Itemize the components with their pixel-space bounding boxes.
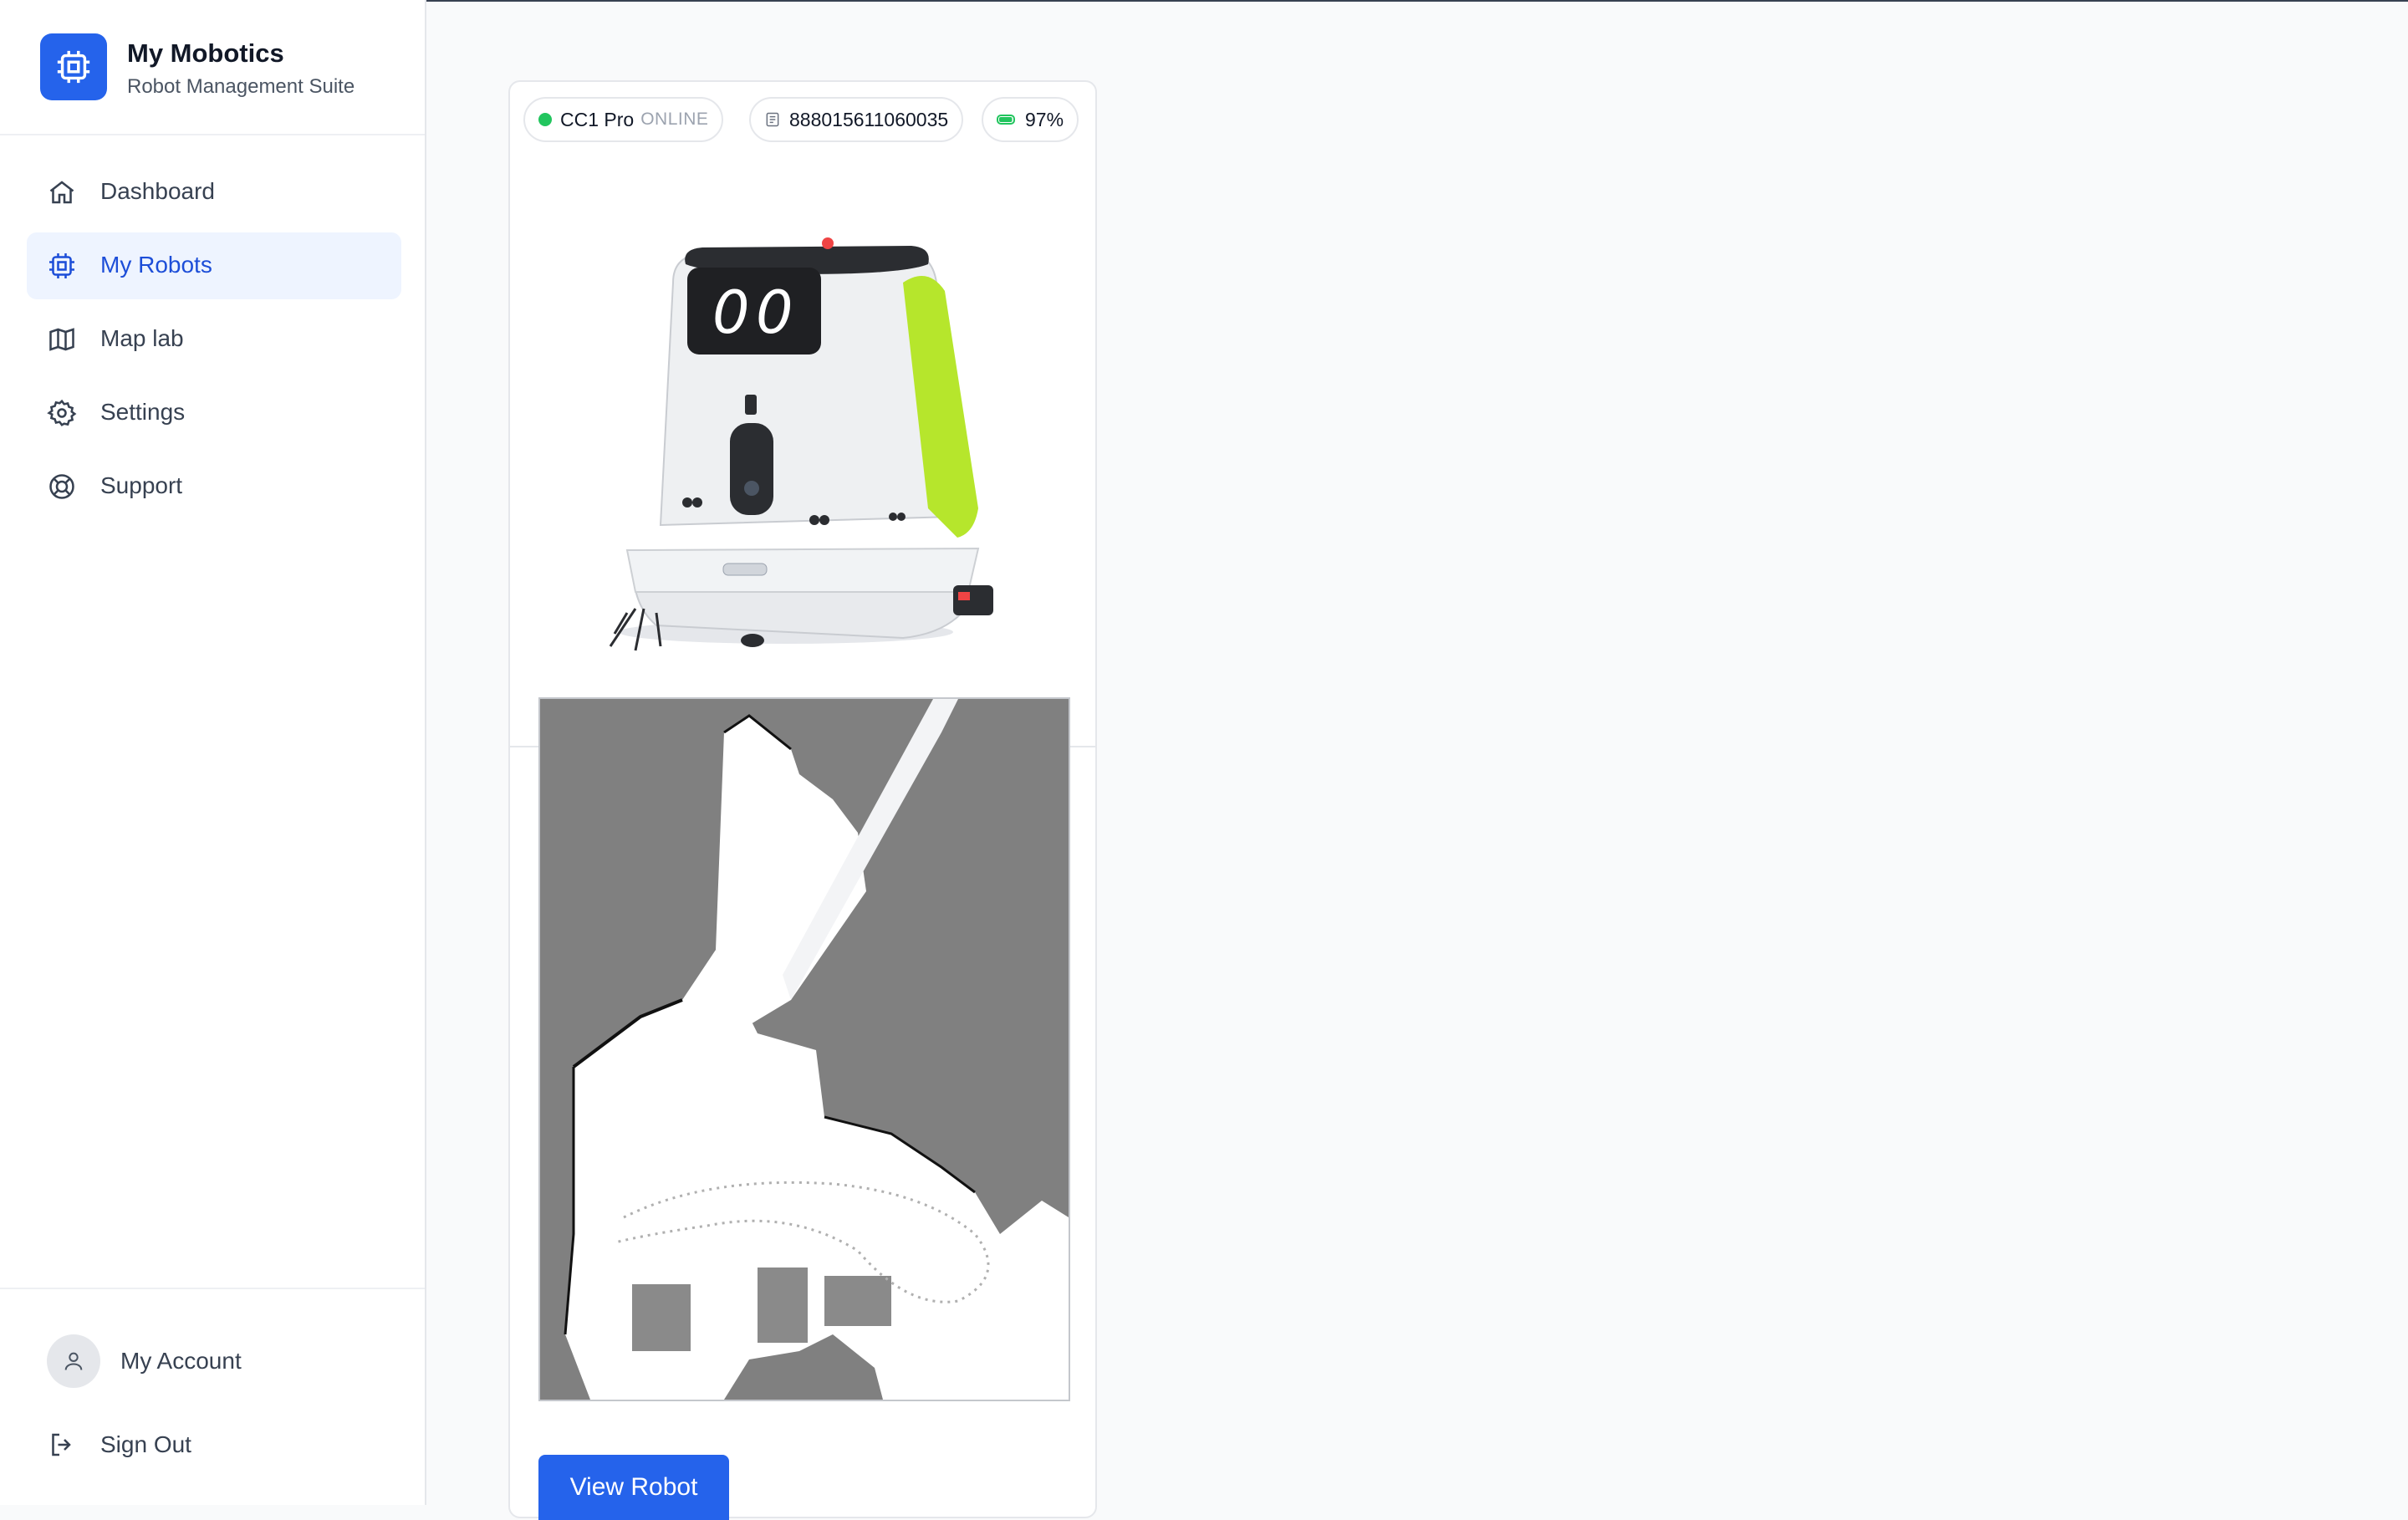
brand-logo[interactable]: [40, 33, 107, 100]
sign-out-label: Sign Out: [100, 1431, 191, 1457]
sidebar-item-label: Settings: [100, 399, 186, 425]
robot-map[interactable]: [538, 697, 1070, 1401]
sidebar-item-label: Dashboard: [100, 178, 215, 204]
sidebar-item-label: Map lab: [100, 325, 184, 351]
battery-icon: [997, 115, 1015, 125]
my-account-button[interactable]: My Account: [47, 1334, 398, 1388]
app-subtitle: Robot Management Suite: [127, 75, 355, 98]
lifebuoy-icon: [49, 474, 74, 499]
sidebar-item-settings[interactable]: Settings: [27, 380, 401, 446]
sidebar-item-label: Support: [100, 472, 183, 498]
robot-serial-chip: 888015611060035: [749, 97, 964, 142]
sign-out-button[interactable]: Sign Out: [47, 1418, 398, 1472]
online-status-dot: [538, 113, 552, 126]
my-account-label: My Account: [120, 1348, 242, 1374]
sign-out-icon: [52, 1433, 71, 1456]
brand-header: My Mobotics Robot Management Suite: [0, 0, 425, 135]
robot-chips: CC1 Pro ONLINE 888015611060035 97%: [523, 97, 1092, 142]
robot-model-chip: CC1 Pro ONLINE: [523, 97, 724, 142]
gear-icon: [47, 399, 77, 426]
occupancy-map-image: [540, 699, 1069, 1400]
view-robot-button[interactable]: View Robot: [538, 1455, 729, 1520]
svg-text:0: 0: [756, 278, 793, 347]
sidebar-item-my-robots[interactable]: My Robots: [27, 232, 401, 299]
home-icon: [49, 181, 74, 204]
sidebar-item-map-lab[interactable]: Map lab: [27, 306, 401, 373]
sidebar-item-dashboard[interactable]: Dashboard: [27, 159, 401, 226]
robot-image[interactable]: 0 0: [510, 157, 1095, 747]
robot-model: CC1 Pro: [560, 108, 635, 130]
chip-icon: [57, 50, 90, 84]
robot-serial: 888015611060035: [789, 108, 949, 130]
document-icon: [766, 112, 779, 127]
sidebar-nav: Dashboard My Robots Map lab Settings Sup…: [27, 159, 401, 527]
map-icon: [49, 328, 74, 351]
sidebar-item-support[interactable]: Support: [27, 453, 401, 520]
robot-status: ONLINE: [640, 110, 709, 129]
robot-card: CC1 Pro ONLINE 888015611060035 97% 0 0 V…: [508, 80, 1097, 1520]
sidebar-item-label: My Robots: [100, 252, 212, 278]
battery-chip: 97%: [982, 97, 1079, 142]
user-icon: [64, 1352, 83, 1370]
robot-image-area: 0 0: [510, 157, 1095, 747]
app-title: My Mobotics: [127, 38, 284, 68]
sidebar: My Mobotics Robot Management Suite Dashb…: [0, 0, 426, 1505]
chip-icon: [49, 253, 74, 278]
avatar: [47, 1334, 100, 1388]
sidebar-footer: My Account Sign Out: [0, 1288, 425, 1505]
svg-text:0: 0: [712, 278, 750, 347]
battery-level: 97%: [1025, 108, 1064, 130]
